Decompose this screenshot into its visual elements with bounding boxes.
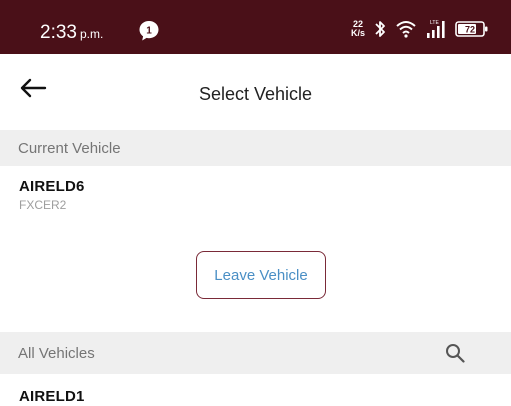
all-vehicles-header: All Vehicles — [0, 332, 511, 374]
leave-vehicle-button[interactable]: Leave Vehicle — [196, 251, 326, 299]
all-vehicles-label: All Vehicles — [18, 345, 95, 362]
app-bar: Select Vehicle — [0, 54, 511, 130]
notification-chat-icon: 1 — [139, 21, 159, 41]
search-icon[interactable] — [445, 343, 465, 363]
page-title: Select Vehicle — [198, 84, 313, 104]
bluetooth-icon — [375, 21, 385, 37]
current-vehicle-sub: FXCER2 — [19, 198, 67, 212]
wifi-icon — [396, 21, 416, 38]
current-vehicle-header: Current Vehicle — [0, 130, 511, 166]
status-time-value: 2:33 — [40, 22, 77, 43]
status-icons: 22 K/s LTE 72 — [351, 16, 489, 42]
lte-label: LTE — [430, 20, 439, 26]
battery-icon: 72 — [455, 21, 488, 37]
net-speed: 22 K/s — [351, 20, 365, 38]
status-time-ampm: p.m. — [79, 27, 104, 41]
battery-level: 72 — [465, 25, 475, 35]
svg-text:1: 1 — [146, 26, 152, 37]
cell-signal-icon: LTE — [427, 20, 445, 38]
current-vehicle-name: AIRELD6 — [19, 178, 85, 195]
status-bar: 2:33 p.m. 1 22 K/s LTE 72 — [0, 0, 511, 54]
status-time: 2:33 p.m. — [40, 22, 103, 44]
vehicle-list-item[interactable]: AIRELD1 — [19, 388, 85, 405]
net-speed-unit: K/s — [350, 28, 365, 38]
current-vehicle-label: Current Vehicle — [18, 140, 121, 157]
